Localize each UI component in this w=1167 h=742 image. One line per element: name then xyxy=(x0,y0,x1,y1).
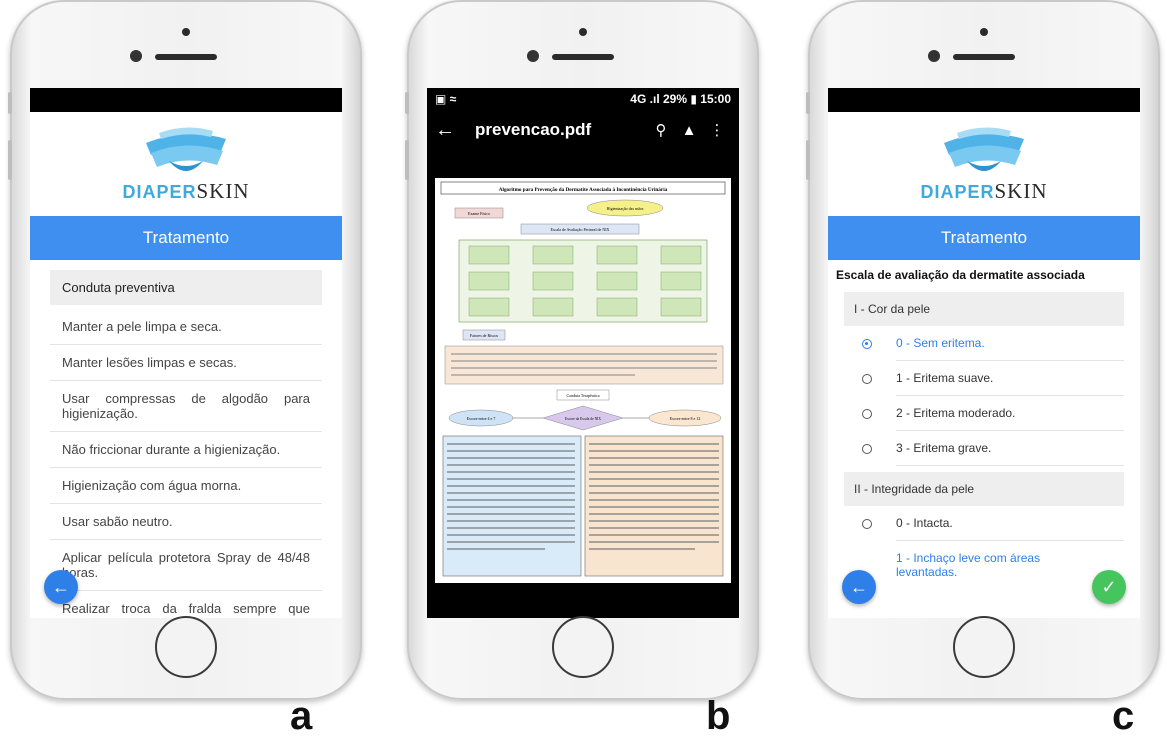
status-right: 4G .ıl 29% ▮ 15:00 xyxy=(630,92,731,106)
arrow-left-icon[interactable]: ← xyxy=(435,119,465,142)
drive-icon[interactable]: ▲ xyxy=(675,122,703,139)
phone-b: ▣ ≈ 4G .ıl 29% ▮ 15:00 ← prevencao.pdf ⚲… xyxy=(405,0,759,700)
phone-c: DIAPERSKIN Tratamento Escala de avaliaçã… xyxy=(806,0,1160,700)
pdf-title: Algoritmo para Prevenção da Dermatite As… xyxy=(499,187,668,193)
status-bar: ▣ ≈ 4G .ıl 29% ▮ 15:00 xyxy=(427,88,739,110)
pdf-hygiene: Higienização das mãos xyxy=(607,206,644,211)
scale-title: Escala de avaliação da dermatite associa… xyxy=(836,268,1085,282)
panel-label-a: a xyxy=(290,694,313,738)
radio-option[interactable]: 0 - Intacta. xyxy=(844,506,1124,541)
section-skin-color: I - Cor da pele xyxy=(844,292,1124,326)
side-button xyxy=(8,92,12,114)
pdf-conduct: Conduta Terapêutica xyxy=(566,393,599,398)
camera-icon xyxy=(980,28,988,36)
front-lens xyxy=(928,50,940,62)
panel-label-c: c xyxy=(1112,694,1135,738)
check-icon: ✓ xyxy=(1101,576,1117,597)
pdf-flowchart: Algoritmo para Prevenção da Dermatite As… xyxy=(440,181,726,577)
list-item[interactable]: Higienização com água morna. xyxy=(50,468,322,504)
diaper-logo-icon xyxy=(944,126,1024,171)
side-button xyxy=(806,92,810,114)
page-title: Tratamento xyxy=(30,216,342,260)
list-item[interactable]: Não friccionar durante a higienização. xyxy=(50,432,322,468)
pdf-exam: Exame Físico xyxy=(468,211,490,216)
radio-option[interactable]: 1 - Eritema suave. xyxy=(844,361,1124,396)
page-title: Tratamento xyxy=(828,216,1140,260)
app-logo: DIAPERSKIN xyxy=(828,112,1140,216)
list-item[interactable]: Manter a pele limpa e seca. xyxy=(50,309,322,345)
phone-a: DIAPERSKIN Tratamento Conduta preventiva… xyxy=(8,0,362,700)
radio-option[interactable]: 1 - Inchaço leve com áreas levantadas. xyxy=(844,541,1124,589)
speaker-grille xyxy=(953,54,1015,60)
file-title: prevencao.pdf xyxy=(475,120,592,139)
camera-icon xyxy=(182,28,190,36)
pdf-risk: Fatores de Riscos xyxy=(470,333,499,338)
pdf-score-right: Escore entre 8 e 12 xyxy=(670,416,701,421)
radio-icon[interactable] xyxy=(862,518,872,529)
side-button xyxy=(806,140,810,180)
side-button xyxy=(405,140,409,180)
back-button[interactable]: ← xyxy=(842,570,876,604)
radio-option[interactable]: 2 - Eritema moderado. xyxy=(844,396,1124,431)
home-button[interactable] xyxy=(552,616,614,678)
treatment-list: Conduta preventiva Manter a pele limpa e… xyxy=(30,260,342,618)
diaper-logo-icon xyxy=(146,126,226,171)
radio-icon[interactable] xyxy=(862,443,872,454)
side-button xyxy=(405,92,409,114)
radio-selected-icon[interactable] xyxy=(862,338,872,349)
search-icon[interactable]: ⚲ xyxy=(647,121,675,139)
camera-icon xyxy=(579,28,587,36)
notification-icons: ▣ ≈ xyxy=(435,92,457,106)
screen-c: DIAPERSKIN Tratamento Escala de avaliaçã… xyxy=(828,88,1140,618)
home-button[interactable] xyxy=(155,616,217,678)
speaker-grille xyxy=(155,54,217,60)
list-item[interactable]: Usar compressas de algodão para higieniz… xyxy=(50,381,322,432)
speaker-grille xyxy=(552,54,614,60)
confirm-button[interactable]: ✓ xyxy=(1092,570,1126,604)
brand-name: DIAPERSKIN xyxy=(122,178,250,203)
back-button[interactable]: ← xyxy=(44,570,78,604)
radio-option[interactable]: 3 - Eritema grave. xyxy=(844,431,1124,466)
side-button xyxy=(8,140,12,180)
arrow-left-icon: ← xyxy=(52,576,70,597)
pdf-scale: Escala de Avaliação Perineal de NIX xyxy=(551,227,610,232)
app-logo: DIAPERSKIN xyxy=(30,112,342,216)
section-skin-integrity: II - Integridade da pele xyxy=(844,472,1124,506)
front-lens xyxy=(130,50,142,62)
list-item[interactable]: Aplicar película protetora Spray de 48/4… xyxy=(50,540,322,591)
panel-label-b: b xyxy=(706,694,731,738)
radio-icon[interactable] xyxy=(862,373,872,384)
front-lens xyxy=(527,50,539,62)
arrow-left-icon: ← xyxy=(850,576,868,597)
section-heading: Conduta preventiva xyxy=(50,270,322,305)
list-item[interactable]: Manter lesões limpas e secas. xyxy=(50,345,322,381)
more-vert-icon[interactable]: ⋮ xyxy=(703,121,731,139)
list-item[interactable]: Usar sabão neutro. xyxy=(50,504,322,540)
pdf-score-center: Escore da Escala de NIX xyxy=(565,417,601,421)
home-button[interactable] xyxy=(953,616,1015,678)
status-bar xyxy=(30,88,342,112)
pdf-score-left: Escore entre 4 e 7 xyxy=(467,416,496,421)
brand-name: DIAPERSKIN xyxy=(920,178,1048,203)
pdf-page[interactable]: Algoritmo para Prevenção da Dermatite As… xyxy=(435,178,731,583)
status-bar xyxy=(828,88,1140,112)
radio-icon[interactable] xyxy=(862,408,872,419)
pdf-toolbar: ← prevencao.pdf ⚲ ▲ ⋮ xyxy=(427,110,739,150)
list-item[interactable]: Realizar troca da fralda sempre que esti… xyxy=(50,591,322,618)
radio-option[interactable]: 0 - Sem eritema. xyxy=(844,326,1124,361)
screen-b: ▣ ≈ 4G .ıl 29% ▮ 15:00 ← prevencao.pdf ⚲… xyxy=(427,88,739,618)
screen-a: DIAPERSKIN Tratamento Conduta preventiva… xyxy=(30,88,342,618)
